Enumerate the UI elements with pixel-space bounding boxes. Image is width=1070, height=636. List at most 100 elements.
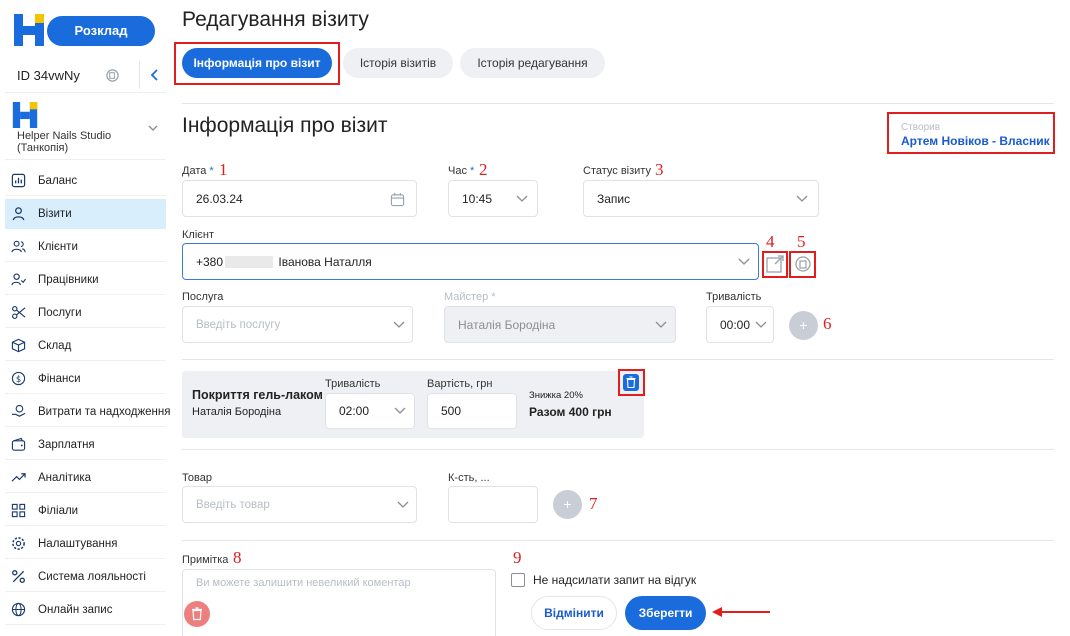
quantity-input[interactable] [448, 486, 538, 523]
service-label: Послуга [182, 291, 224, 303]
chevron-down-icon [394, 407, 406, 414]
no-review-checkbox[interactable] [511, 573, 525, 587]
client-label: Клієнт [182, 229, 214, 241]
date-input[interactable]: 26.03.24 [182, 180, 417, 217]
duration-select[interactable]: 00:00 [706, 306, 774, 343]
sidebar-item-salary[interactable]: Зарплатня [5, 430, 166, 460]
date-label: Дата * [182, 165, 214, 177]
sidebar-item-finance[interactable]: $ Фінанси [5, 364, 166, 394]
sidebar-item-clients[interactable]: Клієнти [5, 232, 166, 262]
quantity-label: К-сть, ... [448, 472, 490, 484]
chevron-down-icon [393, 321, 405, 328]
sidebar-item-label: Зарплатня [38, 438, 95, 451]
open-external-icon[interactable] [764, 253, 786, 275]
time-label: Час * [448, 165, 474, 177]
sidebar-item-label: Послуги [38, 306, 82, 319]
status-select[interactable]: Запис [583, 180, 819, 217]
sidebar-item-analytics[interactable]: Аналітика [5, 463, 166, 493]
page-title: Редагування візиту [182, 8, 369, 31]
box-icon [11, 338, 26, 353]
service-cost-label: Вартість, грн [427, 378, 493, 390]
sidebar-item-online-booking[interactable]: Онлайн запис [5, 595, 166, 625]
chevron-down-icon [516, 195, 528, 202]
account-id-row: ID 34vwNy [5, 57, 166, 93]
service-total: Разом 400 грн [529, 405, 612, 419]
studio-name: Helper Nails Studio (Танкопія) [17, 130, 112, 154]
time-select[interactable]: 10:45 [448, 180, 538, 217]
sidebar-item-staff[interactable]: Працівники [5, 265, 166, 295]
annotation-number: 4 [766, 232, 775, 251]
gear-icon [12, 537, 25, 550]
chevron-down-icon [796, 195, 808, 202]
time-label-text: Час [448, 165, 467, 177]
wallet-icon [11, 437, 26, 451]
delete-service-button[interactable] [623, 374, 639, 391]
add-service-button[interactable]: + [789, 311, 818, 340]
chevron-down-icon[interactable] [147, 122, 159, 134]
sidebar-item-branches[interactable]: Філіали [5, 496, 166, 526]
phone-mask [225, 256, 274, 269]
sidebar-item-loyalty[interactable]: Система лояльності [5, 562, 166, 592]
tab-visit-history[interactable]: Історія візитів [343, 48, 453, 78]
app-logo-icon[interactable] [14, 14, 44, 46]
money-hand-icon [11, 404, 26, 417]
product-placeholder: Введіть товар [196, 498, 270, 511]
service-discount: Знижка 20% [529, 390, 583, 401]
sidebar-item-visits[interactable]: Візити [5, 199, 166, 229]
divider [182, 103, 1054, 104]
schedule-button[interactable]: Розклад [47, 16, 155, 46]
sidebar-item-settings[interactable]: Налаштування [5, 529, 166, 559]
main-content: Редагування візиту Інформація про візит … [170, 0, 1070, 636]
add-product-button[interactable]: + [553, 490, 582, 519]
users-icon [11, 240, 26, 253]
annotation-box [887, 112, 1055, 154]
note-placeholder: Ви можете залишити невеликий коментар [196, 577, 411, 589]
studio-selector[interactable]: Helper Nails Studio (Танкопія) [5, 98, 166, 160]
sidebar: Розклад ID 34vwNy Helper Nails Studio (Т… [0, 0, 170, 636]
copy-icon[interactable] [105, 68, 120, 83]
sidebar-item-warehouse[interactable]: Склад [5, 331, 166, 361]
time-value: 10:45 [462, 191, 493, 206]
globe-icon [11, 602, 26, 617]
delete-visit-button[interactable] [184, 601, 210, 627]
service-duration-label: Тривалість [325, 378, 381, 390]
annotation-number: 9 [513, 548, 522, 567]
trash-icon [626, 376, 636, 389]
account-id: ID 34vwNy [17, 68, 80, 83]
note-textarea[interactable]: Ви можете залишити невеликий коментар [182, 569, 496, 636]
product-select[interactable]: Введіть товар [182, 486, 417, 523]
save-button[interactable]: Зберегти [625, 596, 706, 630]
service-duration-value: 02:00 [339, 404, 370, 418]
service-master: Наталія Бородіна [192, 406, 282, 418]
service-cost-value: 500 [441, 404, 462, 418]
sidebar-item-balance[interactable]: Баланс [5, 166, 166, 196]
service-select[interactable]: Введіть послугу [182, 306, 413, 343]
annotation-number: 2 [479, 160, 488, 179]
status-label: Статус візиту [583, 165, 651, 177]
copy-icon[interactable] [792, 253, 814, 275]
status-value: Запис [597, 191, 631, 206]
sidebar-item-label: Фінанси [38, 372, 81, 385]
sidebar-item-expenses[interactable]: Витрати та надходження [5, 397, 170, 427]
client-phone-prefix: +380 [196, 254, 224, 269]
service-cost-input[interactable]: 500 [427, 393, 517, 429]
client-select[interactable]: +380 Іванова Наталля [182, 243, 759, 280]
service-name: Покриття гель-лаком [192, 388, 323, 402]
product-label: Товар [182, 472, 212, 484]
dollar-icon: $ [11, 371, 26, 386]
calendar-icon[interactable] [390, 192, 405, 207]
chevron-down-icon [738, 258, 750, 265]
cancel-button[interactable]: Відмінити [531, 596, 617, 630]
chevron-left-icon[interactable] [146, 66, 164, 84]
annotation-number: 6 [823, 314, 832, 333]
grid-icon [11, 503, 26, 518]
sidebar-item-services[interactable]: Послуги [5, 298, 166, 328]
tab-edit-history[interactable]: Історія редагування [460, 48, 605, 78]
user-icon [12, 207, 25, 221]
sidebar-item-label: Працівники [38, 273, 99, 286]
chart-bar-icon [11, 173, 26, 188]
required-mark: * [470, 165, 475, 177]
sidebar-item-label: Склад [38, 339, 72, 352]
sidebar-item-label: Баланс [38, 174, 78, 187]
service-duration-select[interactable]: 02:00 [325, 393, 415, 429]
